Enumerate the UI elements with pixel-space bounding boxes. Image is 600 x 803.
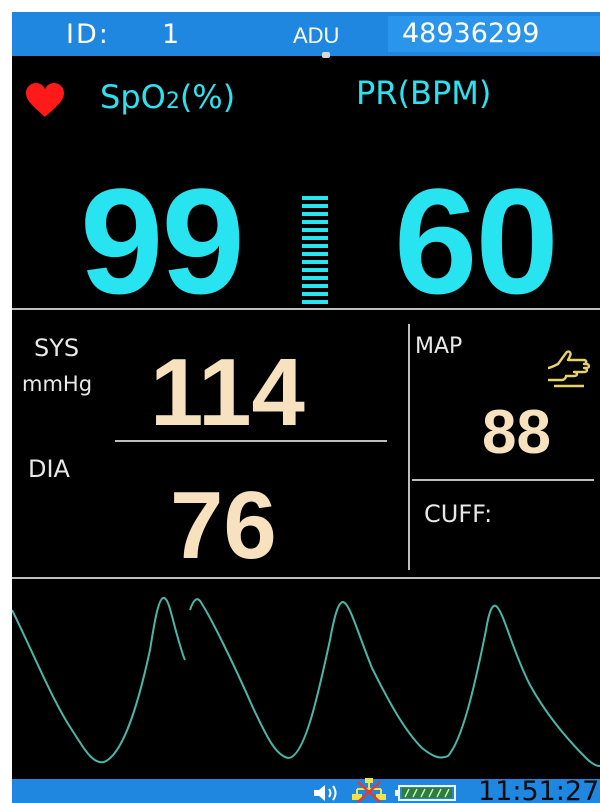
hand-icon: [547, 350, 591, 388]
sys-value: 114: [150, 339, 305, 446]
speaker-icon[interactable]: [312, 784, 340, 802]
battery-icon: [395, 785, 456, 801]
sys-dia-divider: [115, 440, 387, 442]
map-label: MAP: [415, 334, 463, 359]
heart-icon: [26, 83, 64, 117]
pulse-bar-segment: [302, 196, 328, 200]
pulse-bar-segment: [302, 260, 328, 264]
divider-vertical: [408, 324, 410, 570]
pulse-bar-segment: [302, 220, 328, 224]
cuff-label: CUFF:: [424, 500, 493, 528]
spo2-value: 99: [80, 157, 245, 325]
spo2-label: SpO2(%): [100, 78, 235, 116]
pulse-bar-segment: [302, 276, 328, 280]
id-label: ID:: [66, 19, 110, 50]
pulse-bar-segment: [302, 252, 328, 256]
network-icon: [352, 778, 386, 803]
pulse-bar-segment: [302, 292, 328, 296]
patient-number: 48936299: [388, 16, 600, 52]
pulse-bar-segment: [302, 236, 328, 240]
id-value: 1: [162, 19, 180, 50]
divider-bottom: [12, 577, 600, 579]
pulse-bar-segment: [302, 228, 328, 232]
spo2-label-unit: (%): [179, 78, 236, 116]
unit-label: mmHg: [22, 372, 93, 396]
pulse-bar-segment: [302, 300, 328, 304]
spo2-label-main: SpO: [100, 78, 166, 116]
pr-value: 60: [394, 157, 559, 325]
pleth-waveform: [12, 597, 600, 767]
spo2-label-sub: 2: [165, 89, 180, 114]
dia-value: 76: [170, 472, 277, 579]
pulse-bar-segment: [302, 284, 328, 288]
pulse-bar-segment: [302, 212, 328, 216]
pr-label: PR(BPM): [356, 74, 492, 112]
clock: 11:51:27: [478, 776, 600, 803]
pulse-bar-segment: [302, 244, 328, 248]
pulse-strength-bar: [302, 196, 328, 312]
divider-top: [12, 308, 600, 310]
top-notch: [322, 52, 330, 58]
monitor-screen: ID: 1 ADU 48936299 SpO2(%) PR(BPM) 99 60…: [12, 12, 600, 803]
dia-label: DIA: [28, 455, 70, 483]
map-value: 88: [482, 398, 551, 467]
patient-type: ADU: [293, 23, 340, 48]
pulse-bar-segment: [302, 204, 328, 208]
top-status-bar: ID: 1 ADU 48936299: [12, 12, 600, 58]
map-cuff-divider: [412, 479, 594, 481]
pulse-bar-segment: [302, 268, 328, 272]
sys-label: SYS: [34, 334, 80, 362]
